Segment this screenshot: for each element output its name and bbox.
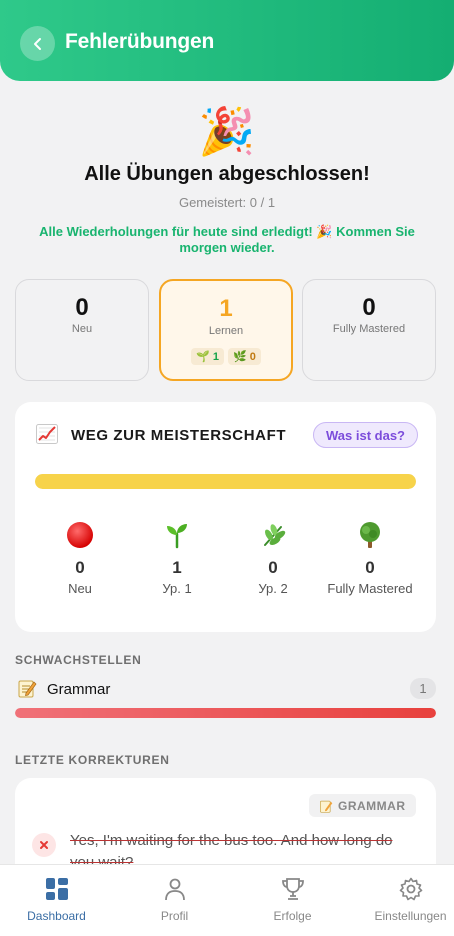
person-icon — [164, 878, 185, 901]
mastery-path-card: WEG ZUR MEISTERSCHAFT Was ist das? 0 Neu… — [15, 402, 436, 632]
stage-value: 0 — [268, 558, 278, 577]
stat-value: 0 — [75, 294, 89, 321]
stat-card-mastered[interactable]: 0 Fully Mastered — [302, 279, 436, 381]
stage-value: 0 — [75, 558, 85, 577]
chevron-left-icon — [33, 37, 41, 50]
stage-chips: 🌱 1 🌿 0 — [161, 348, 291, 365]
memo-icon — [18, 680, 37, 698]
nav-profile[interactable]: Profil — [118, 865, 231, 936]
stat-label: Lernen — [208, 325, 244, 337]
weak-spot-name[interactable]: Grammar — [47, 681, 110, 698]
stage-1-chip: 🌱 1 — [191, 348, 224, 365]
stage-mastered: 0 Fully Mastered — [322, 520, 418, 597]
dashboard-grid-icon — [45, 878, 68, 900]
chip-value: 1 — [212, 350, 219, 363]
error-x-icon — [32, 833, 56, 857]
nav-settings[interactable]: Einstellungen — [354, 865, 454, 936]
weak-spots-heading: SCHWACHSTELLEN — [15, 653, 142, 667]
seedling-icon — [167, 524, 187, 549]
stage-label: Ур. 2 — [258, 581, 288, 596]
stage-2-chip: 🌿 0 — [228, 348, 261, 365]
chip-value: 0 — [249, 350, 256, 363]
stage-level-2: 0 Ур. 2 — [225, 520, 321, 597]
completion-title: Alle Übungen abgeschlossen! — [84, 163, 370, 185]
weak-spot-bar-fill — [15, 708, 436, 718]
weak-spot-count: 1 — [410, 678, 436, 699]
stat-value: 0 — [362, 294, 376, 321]
stage-label: Fully Mastered — [327, 581, 413, 596]
stat-label: Neu — [71, 323, 93, 335]
mastery-progress-bar — [35, 474, 416, 489]
memo-icon — [320, 800, 333, 813]
bottom-navigation: Dashboard Profil Erfolge Einstellungen — [0, 864, 454, 936]
stat-card-learning[interactable]: 1 Lernen 🌱 1 🌿 0 — [159, 279, 293, 381]
recent-corrections-heading: LETZTE KORREKTUREN — [15, 753, 170, 767]
mastery-progress-fill — [35, 474, 416, 489]
stage-value: 1 — [172, 558, 182, 577]
gear-icon — [399, 877, 422, 901]
stat-label: Fully Mastered — [332, 323, 406, 335]
completion-message: Alle Wiederholungen für heute sind erled… — [39, 224, 415, 255]
what-is-this-button[interactable]: Was ist das? — [313, 422, 418, 448]
trophy-icon — [281, 878, 304, 900]
nav-label: Profil — [160, 909, 189, 923]
nav-label: Erfolge — [273, 909, 312, 923]
tree-icon — [360, 522, 380, 548]
nav-achievements[interactable]: Erfolge — [236, 865, 349, 936]
red-circle-icon — [67, 522, 93, 548]
nav-dashboard[interactable]: Dashboard — [0, 865, 113, 936]
category-tag-label: GRAMMAR — [338, 798, 406, 813]
chart-increasing-icon — [36, 424, 58, 444]
stat-value: 1 — [219, 295, 233, 322]
stage-label: Neu — [68, 581, 92, 596]
top-header: Fehlerübungen — [0, 0, 454, 81]
stage-level-1: 1 Ур. 1 — [129, 520, 225, 597]
stat-card-new[interactable]: 0 Neu — [15, 279, 149, 381]
page-title: Fehlerübungen — [65, 30, 215, 53]
weak-spot-bar — [15, 708, 436, 718]
stage-label: Ур. 1 — [162, 581, 192, 596]
herb-icon: 🌿 — [233, 350, 247, 363]
stage-value: 0 — [365, 558, 375, 577]
herb-icon — [264, 524, 286, 546]
mastered-count: Gemeistert: 0 / 1 — [178, 195, 276, 210]
category-tag: GRAMMAR — [309, 794, 416, 817]
seedling-icon: 🌱 — [196, 350, 210, 363]
stage-new: 0 Neu — [32, 520, 128, 597]
party-popper-icon: 🎉 — [198, 104, 256, 158]
mastery-path-title: WEG ZUR MEISTERSCHAFT — [71, 427, 287, 444]
nav-label: Dashboard — [27, 909, 86, 923]
nav-label: Einstellungen — [374, 909, 447, 923]
back-button[interactable] — [20, 26, 55, 61]
